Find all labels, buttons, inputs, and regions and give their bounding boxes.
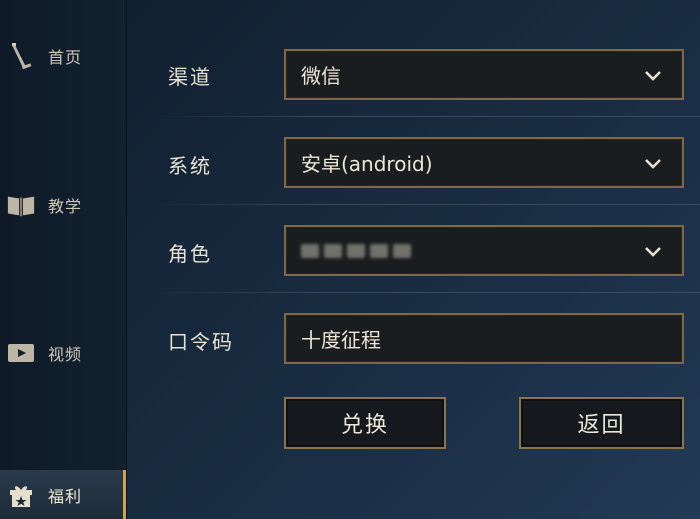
gift-icon <box>6 480 36 510</box>
code-label: 口令码 <box>168 330 234 354</box>
divider <box>150 116 700 117</box>
video-icon <box>6 338 36 368</box>
sidebar: 首页 教学 视频 福利 <box>0 0 127 519</box>
role-label: 角色 <box>168 242 212 266</box>
chevron-down-icon <box>644 63 662 87</box>
role-value-redacted <box>301 243 411 258</box>
role-select[interactable] <box>284 225 684 276</box>
code-input[interactable]: 十度征程 <box>284 313 684 364</box>
sword-icon <box>6 41 36 71</box>
divider <box>150 292 700 293</box>
sidebar-item-label: 福利 <box>48 486 83 506</box>
channel-label: 渠道 <box>168 65 212 89</box>
sidebar-item-label: 视频 <box>48 345 83 364</box>
back-button[interactable]: 返回 <box>519 397 684 449</box>
divider <box>150 204 700 205</box>
channel-value: 微信 <box>301 64 341 88</box>
system-value: 安卓(android) <box>301 152 433 176</box>
sidebar-item-tutorial[interactable]: 教学 <box>0 175 126 235</box>
sidebar-item-label: 首页 <box>48 48 83 67</box>
chevron-down-icon <box>644 239 662 263</box>
redeem-button[interactable]: 兑换 <box>284 397 446 449</box>
book-icon <box>6 190 36 220</box>
channel-select[interactable]: 微信 <box>284 49 684 100</box>
code-value: 十度征程 <box>301 328 381 352</box>
system-select[interactable]: 安卓(android) <box>284 137 684 188</box>
system-label: 系统 <box>168 154 212 178</box>
sidebar-item-video[interactable]: 视频 <box>0 323 126 383</box>
chevron-down-icon <box>644 151 662 175</box>
sidebar-item-home[interactable]: 首页 <box>0 26 126 86</box>
sidebar-item-benefits[interactable]: 福利 <box>0 470 126 519</box>
sidebar-item-label: 教学 <box>48 197 83 216</box>
